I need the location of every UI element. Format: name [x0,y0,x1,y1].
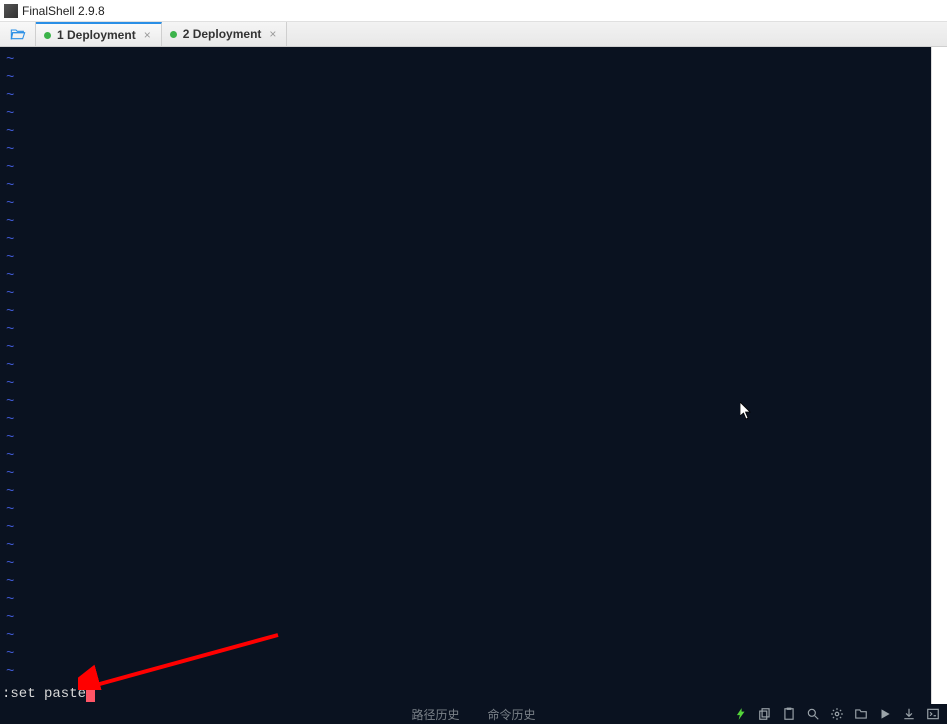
folder-open-icon [10,27,26,41]
status-bar: 路径历史 命令历史 [0,704,947,724]
tilde-line: ~ [6,231,925,249]
status-dot-connected [44,32,51,39]
tilde-line: ~ [6,375,925,393]
tilde-line: ~ [6,519,925,537]
tilde-line: ~ [6,429,925,447]
download-icon[interactable] [901,706,917,722]
command-history-link[interactable]: 命令历史 [488,706,536,723]
tilde-line: ~ [6,339,925,357]
terminal-body: ~~~~~~~~~~~~~~~~~~~~~~~~~~~~~~~~~~~ [0,47,931,685]
tilde-line: ~ [6,483,925,501]
tilde-line: ~ [6,501,925,519]
app-icon [4,4,18,18]
open-folder-button[interactable] [0,22,36,46]
tilde-line: ~ [6,69,925,87]
tilde-line: ~ [6,321,925,339]
tilde-line: ~ [6,537,925,555]
tilde-line: ~ [6,267,925,285]
terminal-icon[interactable] [925,706,941,722]
tilde-line: ~ [6,159,925,177]
tilde-line: ~ [6,357,925,375]
tilde-line: ~ [6,591,925,609]
status-icons [733,706,941,722]
search-icon[interactable] [805,706,821,722]
tab-bar: 1 Deployment × 2 Deployment × [0,22,947,47]
tilde-line: ~ [6,285,925,303]
tilde-line: ~ [6,645,925,663]
scrollbar[interactable] [931,47,947,724]
command-text: :set paste [2,686,86,702]
folder-icon[interactable] [853,706,869,722]
tilde-line: ~ [6,393,925,411]
status-dot-connected [170,31,177,38]
tilde-line: ~ [6,609,925,627]
cursor [86,687,95,702]
tilde-line: ~ [6,447,925,465]
clipboard-icon[interactable] [781,706,797,722]
tab-close-button[interactable]: × [142,29,153,41]
tab-1-deployment[interactable]: 1 Deployment × [36,22,162,46]
app-title: FinalShell 2.9.8 [22,4,105,18]
tilde-line: ~ [6,87,925,105]
tilde-line: ~ [6,249,925,267]
gear-icon[interactable] [829,706,845,722]
terminal-pane[interactable]: ~~~~~~~~~~~~~~~~~~~~~~~~~~~~~~~~~~~ :set… [0,47,931,724]
tilde-line: ~ [6,213,925,231]
tilde-line: ~ [6,303,925,321]
title-bar: FinalShell 2.9.8 [0,0,947,22]
status-center: 路径历史 命令历史 [411,706,535,723]
play-icon[interactable] [877,706,893,722]
bolt-icon[interactable] [733,706,749,722]
tab-label: 1 Deployment [57,28,136,42]
copy-icon[interactable] [757,706,773,722]
tilde-line: ~ [6,51,925,69]
path-history-link[interactable]: 路径历史 [411,706,459,723]
command-line[interactable]: :set paste [2,686,931,702]
tilde-line: ~ [6,627,925,645]
tilde-line: ~ [6,465,925,483]
tilde-line: ~ [6,411,925,429]
tilde-line: ~ [6,123,925,141]
tilde-line: ~ [6,573,925,591]
tilde-line: ~ [6,555,925,573]
tilde-line: ~ [6,195,925,213]
tab-close-button[interactable]: × [267,28,278,40]
tilde-line: ~ [6,663,925,681]
tilde-line: ~ [6,105,925,123]
tilde-line: ~ [6,141,925,159]
tab-label: 2 Deployment [183,27,262,41]
tilde-line: ~ [6,177,925,195]
tab-2-deployment[interactable]: 2 Deployment × [162,22,288,46]
